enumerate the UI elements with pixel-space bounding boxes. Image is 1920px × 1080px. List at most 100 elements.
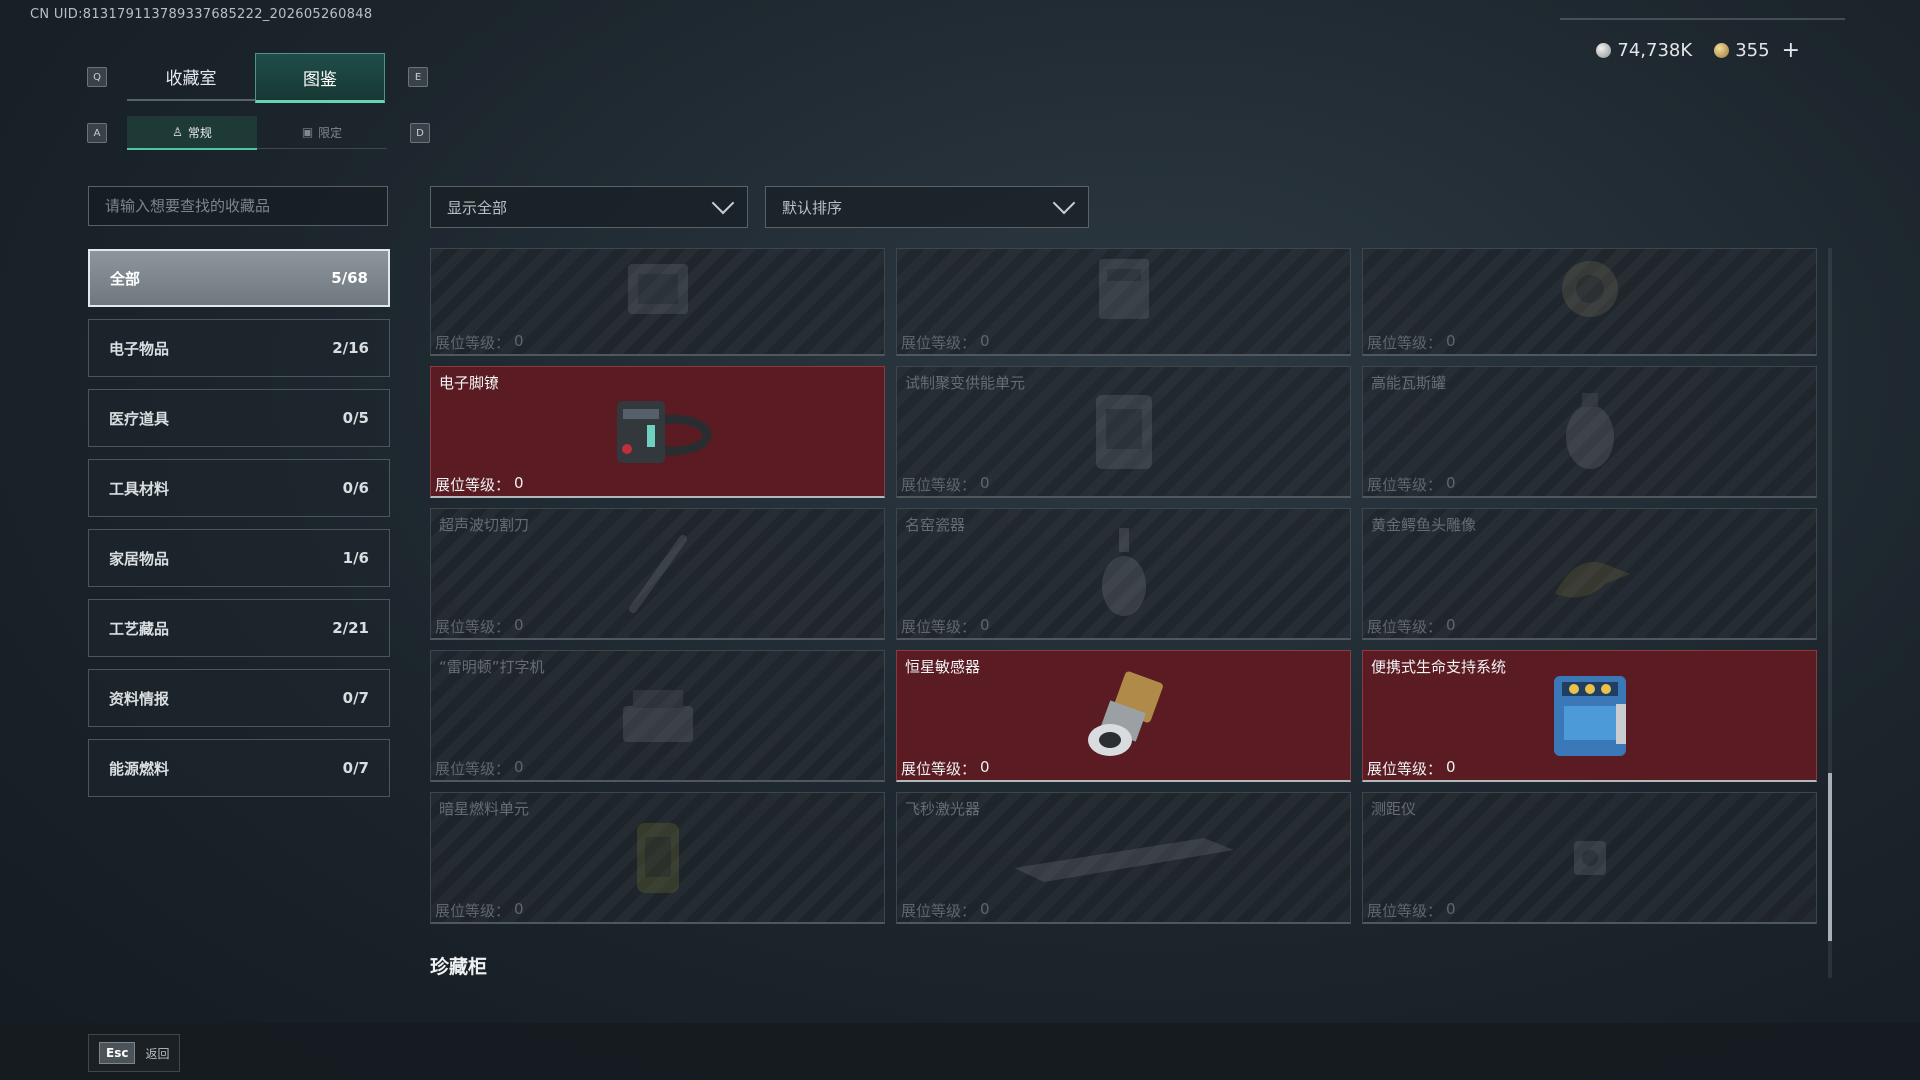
category-intel[interactable]: 资料情报 0/7	[88, 669, 390, 727]
bottom-bar	[0, 1023, 1920, 1080]
collectible-name: 试制聚变供能单元	[905, 374, 1026, 392]
gold-amount: 355	[1735, 40, 1770, 61]
display-level: 展位等级： 0	[435, 332, 524, 352]
silver-coin-icon	[1596, 43, 1612, 58]
esc-key-icon: Esc	[99, 1042, 136, 1064]
collectible-card[interactable]: 飞秒激光器 展位等级： 0	[896, 792, 1351, 924]
category-count: 0/6	[342, 479, 369, 497]
back-button[interactable]: Esc 返回	[88, 1034, 181, 1072]
collectible-name: 名窑瓷器	[905, 516, 966, 534]
collectible-name: 暗星燃料单元	[439, 800, 530, 818]
category-electronics[interactable]: 电子物品 2/16	[88, 319, 390, 377]
life-support-icon	[1540, 666, 1640, 770]
category-count: 0/7	[342, 689, 369, 707]
collectible-name: 高能瓦斯罐	[1371, 374, 1447, 392]
category-name: 资料情报	[109, 689, 170, 708]
category-household[interactable]: 家居物品 1/6	[88, 529, 390, 587]
tab-regular-label: 常规	[187, 125, 212, 140]
collectible-card[interactable]: 超声波切割刀 展位等级： 0	[430, 508, 885, 640]
regular-icon: ♙	[172, 125, 183, 139]
display-level: 展位等级： 0	[1367, 332, 1456, 352]
add-currency-button[interactable]: +	[1782, 38, 1800, 63]
tab-limited[interactable]: ▣ 限定	[257, 116, 387, 149]
search-input[interactable]	[103, 196, 373, 216]
collectible-name: “雷明顿”打字机	[439, 658, 545, 676]
chevron-down-icon	[711, 191, 735, 215]
tab-collection-room[interactable]: 收藏室	[127, 53, 255, 101]
collectible-card[interactable]: 名窑瓷器 展位等级： 0	[896, 508, 1351, 640]
category-name: 工艺藏品	[109, 619, 170, 638]
category-energy[interactable]: 能源燃料 0/7	[88, 739, 390, 797]
blade-icon	[618, 529, 698, 623]
key-hint-e: E	[408, 67, 428, 87]
sort-value: 默认排序	[782, 198, 843, 217]
category-medical[interactable]: 医疗道具 0/5	[88, 389, 390, 447]
silver-amount: 74,738K	[1617, 40, 1693, 61]
collectible-card[interactable]: 测距仪 展位等级： 0	[1362, 792, 1817, 924]
sub-tabs: ♙ 常规 ▣ 限定	[127, 116, 387, 150]
statue-icon	[1545, 534, 1635, 618]
category-count: 0/7	[342, 759, 369, 777]
category-name: 能源燃料	[109, 759, 170, 778]
category-count: 2/16	[332, 339, 369, 357]
collectible-card[interactable]: 电子脚镣 展位等级： 0	[430, 366, 885, 498]
module-icon	[613, 249, 703, 333]
star-sensor-icon	[1074, 666, 1174, 770]
collectible-name: 便携式生命支持系统	[1371, 658, 1507, 676]
display-level: 展位等级： 0	[901, 616, 990, 636]
display-level: 展位等级： 0	[901, 900, 990, 920]
display-level: 展位等级： 0	[1367, 900, 1456, 920]
silver-currency: 74,738K	[1596, 40, 1692, 61]
category-tools[interactable]: 工具材料 0/6	[88, 459, 390, 517]
display-level: 展位等级： 0	[901, 474, 990, 494]
scrollbar-thumb[interactable]	[1828, 773, 1832, 941]
back-label: 返回	[145, 1046, 170, 1061]
collectible-name: 飞秒激光器	[905, 800, 981, 818]
display-level: 展位等级： 0	[1367, 474, 1456, 494]
gold-currency: 355 +	[1714, 38, 1800, 63]
key-hint-d: D	[410, 123, 430, 143]
collectible-name: 超声波切割刀	[439, 516, 530, 534]
collectible-card[interactable]: 便携式生命支持系统 展位等级： 0	[1362, 650, 1817, 782]
collectible-card[interactable]: 展位等级： 0	[430, 248, 885, 356]
category-list: 全部 5/68 电子物品 2/16 医疗道具 0/5 工具材料 0/6 家居物品…	[88, 249, 390, 809]
category-name: 医疗道具	[109, 409, 170, 428]
category-count: 5/68	[331, 269, 368, 287]
category-all[interactable]: 全部 5/68	[88, 249, 390, 307]
rangefinder-icon	[1560, 823, 1620, 897]
fuel-cell-icon	[623, 813, 693, 907]
category-count: 1/6	[342, 549, 369, 567]
collectible-card[interactable]: 黄金鳄鱼头雕像 展位等级： 0	[1362, 508, 1817, 640]
collectible-name: 黄金鳄鱼头雕像	[1371, 516, 1477, 534]
tab-codex[interactable]: 图鉴	[255, 53, 385, 103]
collectible-card[interactable]: “雷明顿”打字机 展位等级： 0	[430, 650, 885, 782]
uid-label: CN UID:813179113789337685222_20260526084…	[30, 7, 373, 22]
collectible-card[interactable]: 恒星敏感器 展位等级： 0	[896, 650, 1351, 782]
collectible-card[interactable]: 展位等级： 0	[896, 248, 1351, 356]
collectible-name: 测距仪	[1371, 800, 1417, 818]
collectible-name: 恒星敏感器	[905, 658, 981, 676]
device-icon	[1079, 249, 1169, 333]
key-hint-a: A	[87, 123, 107, 143]
category-name: 家居物品	[109, 549, 170, 568]
tab-limited-label: 限定	[318, 125, 343, 140]
gold-coin-icon	[1714, 43, 1730, 58]
category-name: 全部	[110, 269, 141, 288]
currency-bar: 74,738K 355 +	[1596, 38, 1800, 63]
collectible-card[interactable]: 展位等级： 0	[1362, 248, 1817, 356]
collectible-card[interactable]: 暗星燃料单元 展位等级： 0	[430, 792, 885, 924]
tab-regular[interactable]: ♙ 常规	[127, 116, 257, 150]
collectible-card[interactable]: 试制聚变供能单元 展位等级： 0	[896, 366, 1351, 498]
show-filter-dropdown[interactable]: 显示全部	[430, 186, 748, 228]
collectible-card[interactable]: 高能瓦斯罐 展位等级： 0	[1362, 366, 1817, 498]
collectible-grid: 展位等级： 0 展位等级： 0 展位等级： 0 电子脚镣 展位等级： 0 试制聚变供能单…	[430, 248, 1818, 924]
gas-tank-icon	[1555, 387, 1625, 481]
sort-dropdown[interactable]: 默认排序	[765, 186, 1089, 228]
key-hint-q: Q	[87, 67, 107, 87]
chevron-down-icon	[1052, 191, 1076, 215]
category-count: 0/5	[342, 409, 369, 427]
grid-scrollbar[interactable]	[1828, 248, 1832, 978]
category-crafts[interactable]: 工艺藏品 2/21	[88, 599, 390, 657]
laser-icon	[1004, 828, 1244, 892]
limited-icon: ▣	[301, 125, 314, 139]
